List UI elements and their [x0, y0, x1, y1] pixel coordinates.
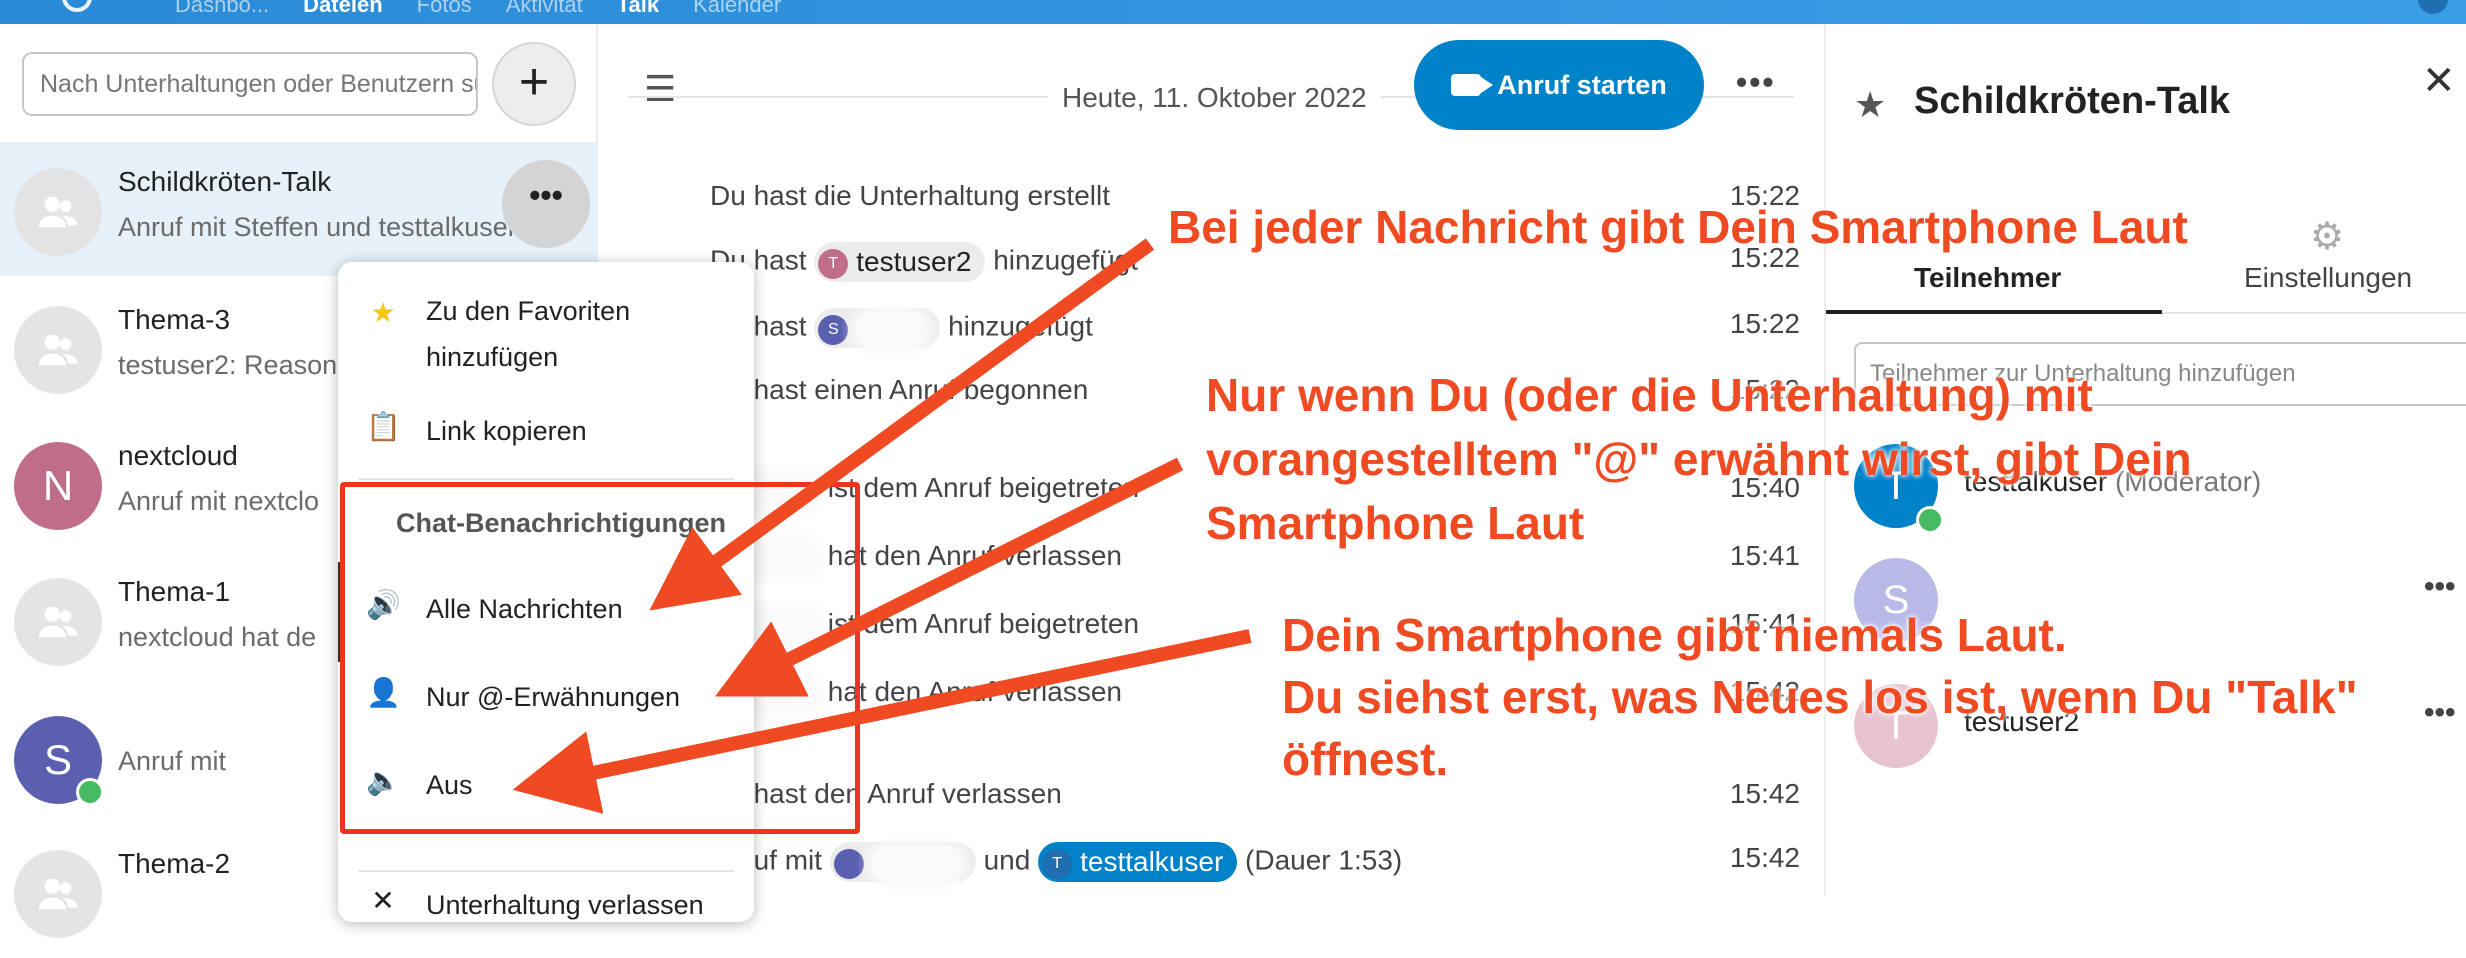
conversation-name: Thema-2: [118, 848, 231, 879]
message-text: Du hast S hinzugefügt: [710, 308, 1093, 348]
menu-item-leave-conversation[interactable]: ✕ Unterhaltung verlassen: [338, 878, 754, 922]
gear-icon: ⚙: [2310, 216, 2345, 258]
message-suffix: ist dem Anruf beigetreten: [827, 608, 1140, 639]
message-text: Du hast Ttestuser2 hinzugefügt: [710, 242, 1138, 282]
conversation-last-message: Anruf mit Steffen und testtalkuser ...: [118, 212, 547, 242]
message-suffix: hat den Anruf verlassen: [827, 540, 1122, 571]
message-mid: und: [983, 844, 1031, 876]
participant-more-icon[interactable]: •••: [2424, 570, 2456, 604]
user-mention-chip[interactable]: Ttesttalkuser: [1038, 842, 1238, 882]
message-suffix: hat den Anruf verlassen: [827, 676, 1122, 707]
user-avatar: N: [14, 442, 102, 530]
annotation-mentions-line2: vorangestelltem "@" erwähnt wirst, gibt …: [1206, 433, 2192, 485]
menu-item-add-favorite[interactable]: ★ Zu den Favoriten hinzufügen: [338, 278, 754, 378]
nav-calendar[interactable]: Kalender: [693, 0, 781, 18]
participant-more-icon[interactable]: •••: [2424, 696, 2456, 730]
system-message: Du hast den Anruf verlassen 15:42: [710, 772, 1800, 820]
chip-name: testuser2: [856, 246, 972, 277]
star-icon: ★: [370, 297, 396, 328]
group-avatar-icon: [14, 306, 102, 394]
annotation-off-line2: Du siehst erst, was Neues los ist, wenn …: [1282, 671, 2358, 723]
conversation-item[interactable]: Schildkröten-Talk Anruf mit Steffen und …: [0, 142, 598, 276]
chip-name: testtalkuser: [1080, 846, 1224, 877]
chip-avatar: T: [1042, 848, 1073, 879]
nav-files[interactable]: Dateien: [303, 0, 382, 18]
close-icon[interactable]: ✕: [2422, 58, 2456, 104]
user-mention-chip[interactable]: S: [814, 308, 941, 348]
online-status-icon: [76, 778, 104, 806]
close-icon: ✕: [371, 885, 395, 916]
top-navigation-bar: Dashbo... Dateien Fotos Aktivität Talk K…: [0, 0, 2466, 24]
conversation-last-message: nextcloud hat de: [118, 622, 317, 652]
tab-participants[interactable]: Teilnehmer: [1914, 262, 2061, 294]
group-avatar-icon: [14, 850, 102, 938]
chip-avatar: [833, 848, 864, 879]
message-time: 15:22: [1729, 308, 1800, 339]
menu-divider: [358, 478, 734, 480]
nextcloud-logo-icon[interactable]: [62, 0, 92, 12]
new-conversation-button[interactable]: +: [492, 42, 576, 126]
chip-avatar: S: [818, 314, 849, 345]
conversation-last-message: testuser2: Reason: [118, 350, 338, 380]
annotation-mentions-line1: Nur wenn Du (oder die Unterhaltung) mit: [1206, 369, 2093, 421]
online-status-icon: [1916, 506, 1944, 534]
conversation-name: Schildkröten-Talk: [118, 166, 332, 197]
tab-settings[interactable]: Einstellungen: [2244, 262, 2412, 294]
user-mention-chip[interactable]: [829, 842, 976, 882]
message-suffix: hinzugefügt: [948, 310, 1093, 342]
annotation-off-line3: öffnest.: [1282, 733, 1449, 785]
system-message: Du hast S hinzugefügt 15:22: [710, 302, 1800, 350]
annotation-mentions-line3: Smartphone Laut: [1206, 497, 1585, 549]
user-avatar[interactable]: [2418, 0, 2448, 14]
user-mention-chip[interactable]: Ttestuser2: [814, 242, 986, 282]
clipboard-icon: 📋: [366, 411, 401, 442]
conversation-name: nextcloud: [118, 440, 238, 471]
message-text: Anruf mit und Ttesttalkuser (Dauer 1:53): [710, 842, 1402, 882]
highlight-box: [340, 482, 860, 834]
conversation-more-button[interactable]: •••: [502, 160, 590, 248]
favorite-star-icon[interactable]: ★: [1854, 84, 1886, 126]
chat-more-icon[interactable]: •••: [1736, 64, 1776, 101]
nav-talk[interactable]: Talk: [617, 0, 659, 18]
message-suffix: (Dauer 1:53): [1245, 844, 1403, 876]
start-call-label: Anruf starten: [1497, 69, 1667, 100]
conversation-last-message: Anruf mit nextclo: [118, 486, 320, 516]
start-call-button[interactable]: Anruf starten: [1414, 40, 1704, 130]
message-suffix: hinzugefügt: [993, 244, 1139, 276]
conversation-last-message: Anruf mit: [118, 746, 227, 776]
group-avatar-icon: [14, 578, 102, 666]
conversation-name: Thema-1: [118, 576, 231, 607]
app-navigation: Dashbo... Dateien Fotos Aktivität Talk K…: [175, 0, 781, 18]
video-camera-icon: [1451, 74, 1494, 96]
active-tab-indicator: [1826, 310, 2162, 314]
menu-divider: [358, 870, 734, 872]
group-avatar-icon: [14, 168, 102, 256]
system-message: Anruf mit und Ttesttalkuser (Dauer 1:53)…: [710, 836, 1800, 884]
message-time: 15:42: [1729, 842, 1800, 873]
conversation-name: Thema-3: [118, 304, 231, 335]
nav-activity[interactable]: Aktivität: [506, 0, 583, 18]
date-label: Heute, 11. Oktober 2022: [1048, 82, 1381, 114]
message-time: 15:42: [1729, 778, 1800, 809]
message-time: 15:41: [1729, 540, 1800, 571]
nav-dashboard[interactable]: Dashbo...: [175, 0, 269, 18]
chip-avatar: T: [818, 248, 849, 279]
message-text: Du hast einen Anruf begonnen: [710, 374, 1089, 405]
annotation-off-line1: Dein Smartphone gibt niemals Laut.: [1282, 609, 2067, 661]
menu-icon[interactable]: ☰: [644, 71, 680, 108]
conversation-title: Schildkröten-Talk: [1914, 80, 2231, 122]
search-input[interactable]: Nach Unterhaltungen oder Benutzern suche…: [22, 52, 478, 116]
message-suffix: ist dem Anruf beigetreten: [827, 472, 1140, 503]
message-text: Du hast die Unterhaltung erstellt: [710, 180, 1110, 211]
menu-item-copy-link[interactable]: 📋 Link kopieren: [338, 404, 754, 460]
redacted-name: [871, 846, 962, 881]
nav-photos[interactable]: Fotos: [417, 0, 472, 18]
annotation-all-messages: Bei jeder Nachricht gibt Dein Smartphone…: [1168, 201, 2188, 253]
redacted-name: [856, 312, 927, 347]
